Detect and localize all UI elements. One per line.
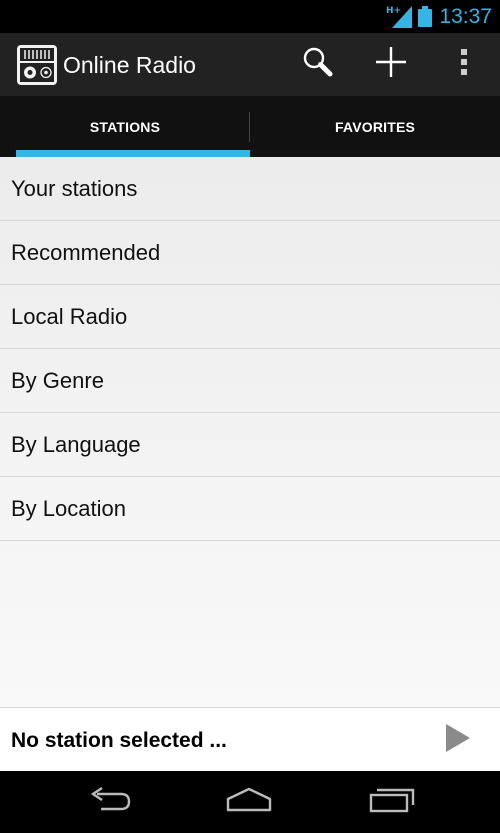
back-icon (87, 786, 133, 818)
tab-bar: STATIONS FAVORITES (0, 96, 500, 157)
home-icon (225, 787, 273, 818)
list-item-your-stations[interactable]: Your stations (0, 157, 500, 221)
home-button[interactable] (199, 771, 299, 833)
tab-favorites[interactable]: FAVORITES (250, 96, 500, 157)
play-icon (445, 723, 471, 758)
add-button[interactable] (359, 33, 423, 96)
add-icon (374, 45, 408, 84)
battery-icon (418, 6, 432, 32)
list-item-local-radio[interactable]: Local Radio (0, 285, 500, 349)
list-item-by-genre[interactable]: By Genre (0, 349, 500, 413)
list-item-by-location[interactable]: By Location (0, 477, 500, 541)
play-button[interactable] (436, 720, 480, 760)
search-button[interactable] (286, 33, 350, 96)
search-icon (302, 46, 334, 83)
list-item-recommended[interactable]: Recommended (0, 221, 500, 285)
list-item-by-language[interactable]: By Language (0, 413, 500, 477)
radio-app-icon[interactable] (17, 45, 57, 85)
status-bar: H+ 13:37 (0, 0, 500, 33)
now-playing-text: No station selected ... (11, 729, 227, 752)
tab-stations[interactable]: STATIONS (0, 96, 250, 157)
player-bar[interactable]: No station selected ... (0, 707, 500, 771)
selected-tab-indicator (16, 150, 250, 157)
action-bar: Online Radio (0, 33, 500, 96)
station-category-list: Your stations Recommended Local Radio By… (0, 157, 500, 707)
recents-button[interactable] (342, 771, 442, 833)
system-nav-bar (0, 771, 500, 833)
overflow-menu-icon (460, 48, 468, 81)
signal-icon: H+ (386, 4, 414, 33)
clock: 13:37 (439, 5, 492, 28)
back-button[interactable] (60, 771, 160, 833)
overflow-menu-button[interactable] (432, 33, 496, 96)
recents-icon (369, 787, 415, 818)
network-type-label: H+ (386, 6, 401, 16)
app-title: Online Radio (63, 52, 196, 78)
